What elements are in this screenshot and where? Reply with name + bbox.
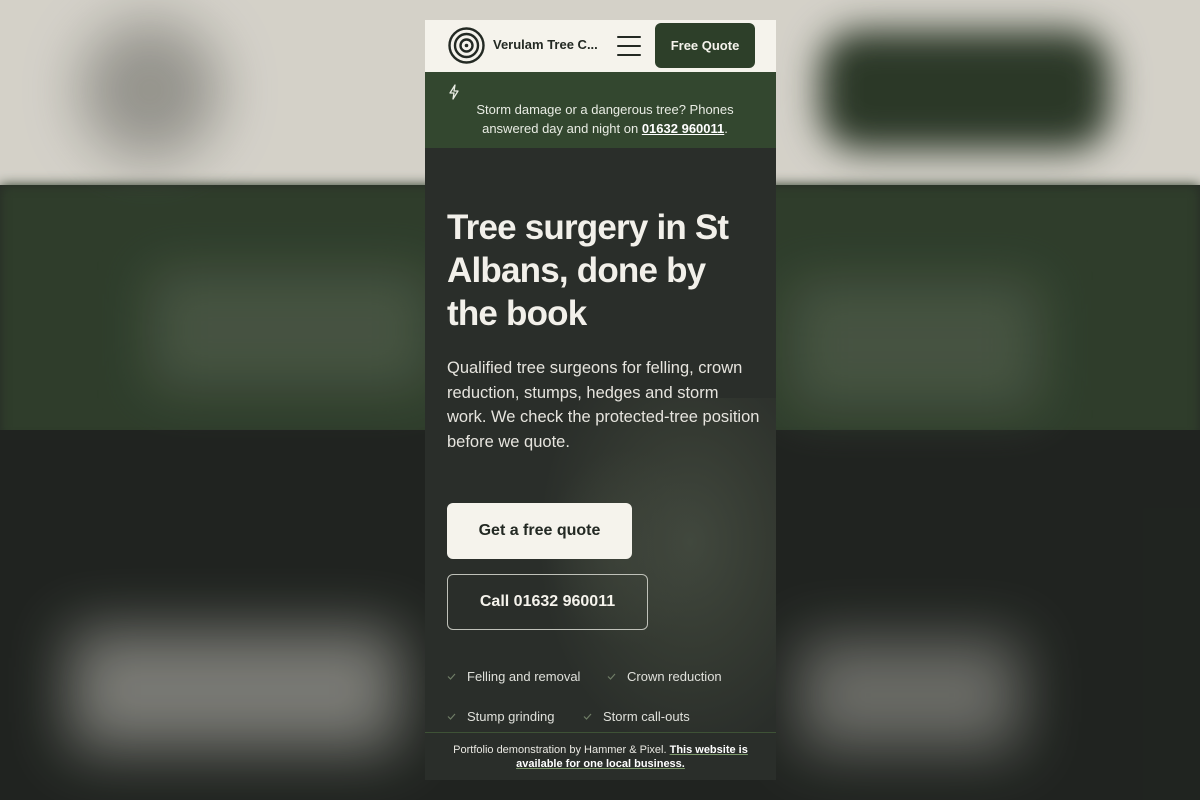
feature-label: Crown reduction bbox=[627, 669, 722, 684]
checkmark-icon bbox=[583, 713, 592, 720]
emergency-banner-text: Storm damage or a dangerous tree? Phones… bbox=[465, 100, 745, 138]
menu-line bbox=[617, 54, 641, 56]
site-header: Verulam Tree C... Free Quote bbox=[425, 20, 776, 72]
hero-section: Tree surgery in St Albans, done by the b… bbox=[425, 148, 776, 732]
feature-item: Felling and removal bbox=[447, 669, 580, 684]
phone-link[interactable]: 01632 960011 bbox=[642, 121, 724, 136]
free-quote-button[interactable]: Free Quote bbox=[655, 23, 755, 68]
target-logo-icon[interactable] bbox=[448, 27, 485, 64]
brand-name[interactable]: Verulam Tree C... bbox=[493, 37, 601, 52]
feature-item: Crown reduction bbox=[607, 669, 722, 684]
checkmark-icon bbox=[447, 673, 456, 680]
feature-label: Felling and removal bbox=[467, 669, 581, 684]
hamburger-menu-icon[interactable] bbox=[617, 36, 641, 56]
feature-label: Stump grinding bbox=[467, 709, 555, 724]
feature-item: Storm call-outs bbox=[583, 709, 690, 724]
menu-line bbox=[617, 36, 641, 38]
feature-label: Storm call-outs bbox=[603, 709, 690, 724]
checkmark-icon bbox=[447, 713, 456, 720]
feature-item: Stump grinding bbox=[447, 709, 554, 724]
checkmark-icon bbox=[607, 673, 616, 680]
lightning-icon bbox=[448, 84, 460, 100]
banner-period: . bbox=[724, 121, 728, 136]
mobile-viewport: Verulam Tree C... Free Quote Storm damag… bbox=[425, 20, 776, 780]
menu-line bbox=[617, 45, 641, 47]
footer-text: Portfolio demonstration by Hammer & Pixe… bbox=[453, 744, 667, 756]
emergency-banner: Storm damage or a dangerous tree? Phones… bbox=[425, 72, 776, 148]
portfolio-footer: Portfolio demonstration by Hammer & Pixe… bbox=[425, 732, 776, 780]
feature-list: Felling and removal Crown reduction Stum… bbox=[425, 148, 776, 732]
